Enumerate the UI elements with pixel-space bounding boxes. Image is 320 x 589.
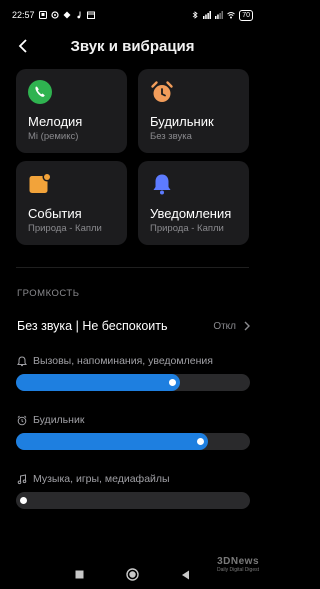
- slider-calls[interactable]: [16, 374, 250, 391]
- back-arrow-icon: [18, 39, 27, 53]
- slider-alarm[interactable]: [16, 433, 250, 450]
- phone-icon: [28, 80, 52, 104]
- cellular-signal-icon: [203, 11, 212, 19]
- page-title: Звук и вибрация: [70, 37, 195, 55]
- dnd-row[interactable]: Без звука | Не беспокоить Откл: [17, 316, 250, 336]
- tile-events[interactable]: События Природа - Капли: [16, 161, 127, 245]
- bell-icon: [153, 174, 171, 195]
- settings-notification-icon: [50, 11, 59, 19]
- slider-calls-label: Вызовы, напоминания, уведомления: [33, 355, 213, 367]
- dnd-value: Откл: [213, 320, 236, 332]
- status-right: 70: [191, 9, 253, 21]
- section-divider: [16, 267, 249, 268]
- dnd-label: Без звука | Не беспокоить: [17, 319, 168, 333]
- alarm-outline-icon: [17, 415, 27, 425]
- tile-ringtone-value: Mi (ремикс): [28, 131, 79, 142]
- dnd-right: Откл: [213, 321, 250, 332]
- calendar-event-icon: [29, 172, 52, 193]
- tile-alarm-label: Будильник: [150, 114, 214, 129]
- tile-ringtone-label: Мелодия: [28, 114, 83, 129]
- tile-notifications-label: Уведомления: [150, 206, 232, 221]
- chevron-right-icon: [244, 321, 250, 331]
- status-time: 22:57: [12, 10, 35, 20]
- recents-button[interactable]: [75, 570, 84, 579]
- cellular-signal-2-icon: [215, 11, 224, 19]
- slider-media-label: Музыка, игры, медиафайлы: [33, 473, 170, 485]
- battery-indicator: 70: [239, 9, 253, 21]
- slider-media[interactable]: [16, 492, 250, 509]
- calendar-notification-icon: [86, 11, 95, 19]
- wifi-icon: [227, 12, 236, 19]
- alarm-clock-icon: [151, 81, 173, 102]
- music-note-icon: [17, 473, 27, 484]
- header: Звук и вибрация: [0, 30, 265, 62]
- tile-alarm[interactable]: Будильник Без звука: [138, 69, 249, 153]
- slider-calls-fill: [16, 374, 180, 391]
- tile-events-value: Природа - Капли: [28, 223, 102, 234]
- slider-media-thumb[interactable]: [20, 497, 27, 504]
- status-bar: 22:57 70: [0, 0, 265, 30]
- bell-outline-icon: [17, 355, 27, 366]
- slider-alarm-label-row: Будильник: [17, 414, 84, 426]
- tile-alarm-value: Без звука: [150, 131, 192, 142]
- watermark: 3DNews Daily Digital Digest: [217, 556, 259, 573]
- slider-calls-label-row: Вызовы, напоминания, уведомления: [17, 355, 213, 367]
- home-button[interactable]: [126, 568, 139, 581]
- notification-icon: [38, 11, 47, 19]
- slider-alarm-label: Будильник: [33, 414, 85, 426]
- tile-notifications-value: Природа - Капли: [150, 223, 224, 234]
- slider-alarm-fill: [16, 433, 209, 450]
- tile-events-label: События: [28, 206, 82, 221]
- slider-media-label-row: Музыка, игры, медиафайлы: [17, 473, 170, 485]
- game-notification-icon: [63, 11, 71, 19]
- watermark-logo: 3DNews: [217, 556, 259, 567]
- back-nav-button[interactable]: [181, 570, 190, 580]
- back-button[interactable]: [14, 36, 32, 56]
- tile-notifications[interactable]: Уведомления Природа - Капли: [138, 161, 249, 245]
- music-notification-icon: [76, 11, 81, 19]
- slider-calls-thumb[interactable]: [168, 379, 176, 386]
- tile-ringtone[interactable]: Мелодия Mi (ремикс): [16, 69, 127, 153]
- bluetooth-icon: [192, 11, 198, 19]
- watermark-sub: Daily Digital Digest: [217, 567, 259, 573]
- volume-section-title: ГРОМКОСТЬ: [17, 288, 80, 299]
- status-left: 22:57: [12, 10, 95, 20]
